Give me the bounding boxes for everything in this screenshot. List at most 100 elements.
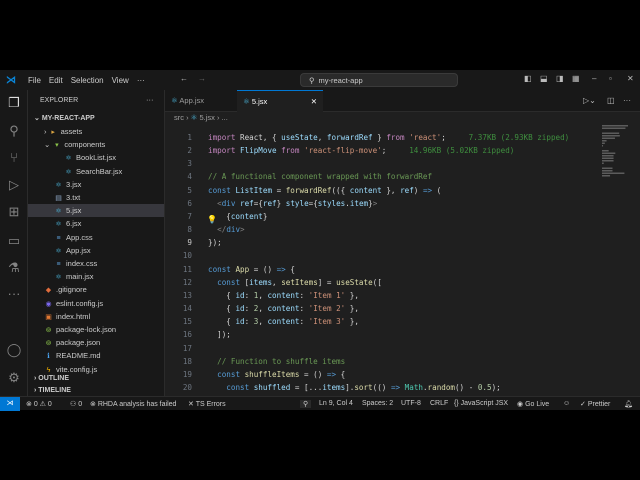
- file-tree-item[interactable]: ⚛SearchBar.jsx: [28, 165, 164, 178]
- file-tree-item[interactable]: ◉eslint.config.js: [28, 297, 164, 310]
- menu-selection[interactable]: Selection: [71, 76, 104, 85]
- settings-gear-icon[interactable]: ⚙: [6, 370, 22, 386]
- problems-indicator[interactable]: ⊗ 0 ⚠ 0: [26, 400, 52, 408]
- explorer-icon[interactable]: ❐: [6, 95, 22, 111]
- file-tree-item[interactable]: ℹREADME.md: [28, 349, 164, 362]
- minimap-line: [602, 170, 613, 172]
- file-tree-item[interactable]: ⚛6.jsx: [28, 217, 164, 230]
- code-token: 'react-flip-move': [304, 146, 382, 155]
- indentation[interactable]: Spaces: 2: [362, 400, 393, 407]
- menu-more[interactable]: ···: [137, 76, 145, 85]
- remote-explorer-icon[interactable]: ▭: [6, 233, 22, 249]
- command-center-search[interactable]: ⚲my-react-app: [300, 73, 458, 87]
- file-tree-item[interactable]: ⚛5.jsx: [28, 204, 164, 217]
- code-token: =>: [391, 383, 400, 392]
- file-tree-item[interactable]: ▤3.txt: [28, 191, 164, 204]
- run-icon[interactable]: ▷⌄: [583, 96, 596, 105]
- code-line: const shuffleItems = () => {: [208, 368, 345, 381]
- menu-file[interactable]: File: [28, 76, 41, 85]
- breadcrumb-file[interactable]: 5.jsx: [200, 113, 215, 122]
- line-number: 20: [165, 381, 192, 394]
- extensions-icon[interactable]: ⊞: [6, 204, 22, 220]
- file-tree-item[interactable]: ⚛BookList.jsx: [28, 151, 164, 164]
- explorer-sidebar: EXPLORER ··· ⌄ MY-REACT-APP › ▸assets⌄ ▾…: [28, 90, 165, 396]
- split-editor-icon[interactable]: ◫: [607, 96, 615, 105]
- language-mode[interactable]: {} JavaScript JSX: [454, 400, 508, 407]
- file-tree-item[interactable]: ≡App.css: [28, 231, 164, 244]
- ts-errors-status[interactable]: ✕ TS Errors: [188, 400, 226, 408]
- file-label: README.md: [56, 351, 101, 360]
- minimap[interactable]: [600, 125, 630, 185]
- breadcrumb-src[interactable]: src: [174, 113, 184, 122]
- breadcrumb-symbol[interactable]: ...: [222, 113, 228, 122]
- code-editor[interactable]: 1import React, { useState, forwardRef } …: [165, 125, 595, 396]
- menu-edit[interactable]: Edit: [49, 76, 63, 85]
- react-icon: ⚛: [54, 179, 63, 192]
- workspace-root[interactable]: ⌄ MY-REACT-APP: [28, 112, 164, 125]
- notifications-icon[interactable]: 🔔︎: [624, 400, 633, 408]
- back-arrow-icon[interactable]: ←: [180, 74, 188, 83]
- remote-indicator-icon[interactable]: ⋊: [0, 397, 20, 411]
- forward-arrow-icon[interactable]: →: [198, 74, 206, 83]
- code-token: items: [322, 383, 345, 392]
- customize-layout-icon[interactable]: ▦: [572, 74, 580, 83]
- explorer-more-button[interactable]: ···: [146, 95, 154, 104]
- code-token: () -: [455, 383, 478, 392]
- code-token: ] =: [318, 278, 336, 287]
- file-tree-item[interactable]: ⊚package.json: [28, 336, 164, 349]
- maximize-icon[interactable]: ▫: [609, 74, 612, 83]
- minimap-line: [602, 175, 610, 177]
- source-control-icon[interactable]: ⑂: [6, 150, 22, 165]
- line-number: 6: [165, 197, 192, 210]
- code-token: content: [267, 291, 299, 300]
- rhda-status[interactable]: ⊗ RHDA analysis has failed: [90, 400, 176, 408]
- encoding[interactable]: UTF-8: [401, 400, 421, 407]
- code-token: content: [350, 186, 382, 195]
- react-icon: ⚛: [54, 271, 63, 284]
- tab-5-jsx[interactable]: ⚛ 5.jsx✕: [237, 90, 323, 112]
- file-tree-item[interactable]: ⚛App.jsx: [28, 244, 164, 257]
- file-tree-item[interactable]: ▣index.html: [28, 310, 164, 323]
- toggle-panel-icon[interactable]: ⬓: [540, 74, 548, 83]
- code-token: =>: [423, 186, 432, 195]
- close-window-icon[interactable]: ✕: [627, 74, 634, 83]
- testing-icon[interactable]: ⚗: [6, 260, 22, 276]
- minimize-icon[interactable]: –: [592, 74, 596, 83]
- lightbulb-icon[interactable]: 💡: [207, 215, 217, 224]
- code-token: // Function to shuffle items: [217, 357, 345, 366]
- go-live-button[interactable]: ◉ Go Live: [517, 400, 549, 408]
- ports-count: 0: [78, 401, 82, 408]
- file-tree-item[interactable]: ⚛main.jsx: [28, 270, 164, 283]
- file-tree-item[interactable]: ◆.gitignore: [28, 283, 164, 296]
- minimap-line: [602, 160, 614, 162]
- tab-app-jsx[interactable]: ⚛ App.jsx: [165, 90, 237, 112]
- run-debug-icon[interactable]: ▷: [6, 177, 22, 193]
- prettier-button[interactable]: ✓ Prettier: [580, 400, 610, 408]
- file-label: package-lock.json: [56, 325, 116, 334]
- close-tab-icon[interactable]: ✕: [311, 91, 317, 113]
- accounts-icon[interactable]: ◯: [6, 342, 22, 358]
- tab-label: 5.jsx: [252, 97, 267, 106]
- search-view-icon[interactable]: ⚲: [6, 123, 22, 139]
- ports-indicator[interactable]: ⚇ 0: [70, 400, 82, 408]
- file-tree-item[interactable]: › ▸assets: [28, 125, 164, 138]
- minimap-line: [602, 158, 614, 160]
- toggle-secondary-sidebar-icon[interactable]: ◨: [556, 74, 564, 83]
- code-line: const shuffled = [...items].sort(() => M…: [208, 381, 501, 394]
- zoom-icon[interactable]: ⚲: [300, 400, 311, 408]
- code-line: // Function to shuffle items: [208, 355, 345, 368]
- file-tree-item[interactable]: ⚛3.jsx: [28, 178, 164, 191]
- error-count: 0: [34, 401, 38, 408]
- cursor-position[interactable]: Ln 9, Col 4: [319, 400, 353, 407]
- copilot-icon[interactable]: ☺: [563, 400, 570, 407]
- file-tree-item[interactable]: ⊚package-lock.json: [28, 323, 164, 336]
- more-views-icon[interactable]: ···: [6, 286, 22, 301]
- editor-more-icon[interactable]: ···: [623, 96, 631, 105]
- file-tree-item[interactable]: ⌄ ▾components: [28, 138, 164, 151]
- file-tree-item[interactable]: ≡index.css: [28, 257, 164, 270]
- toggle-sidebar-icon[interactable]: ◧: [524, 74, 532, 83]
- code-line: });: [208, 236, 222, 249]
- line-ending[interactable]: CRLF: [430, 400, 448, 407]
- menu-view[interactable]: View: [112, 76, 129, 85]
- code-token: id: [235, 317, 244, 326]
